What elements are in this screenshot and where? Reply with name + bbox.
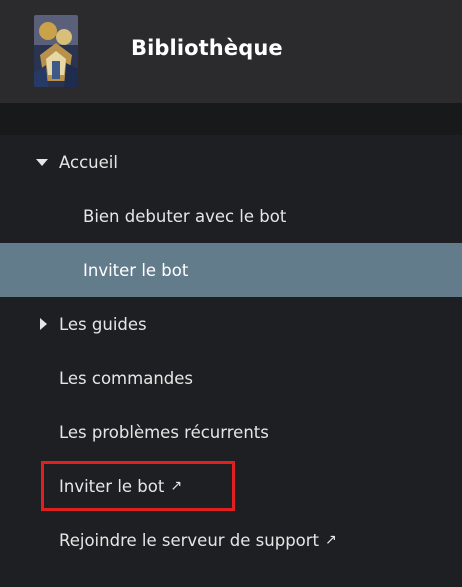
chevron-down-icon[interactable]	[36, 159, 48, 166]
nav-item-label: Bien debuter avec le bot	[83, 206, 287, 226]
nav-item-problemes-recurrents[interactable]: Les problèmes récurrents	[0, 405, 462, 459]
highlight-box	[41, 461, 235, 511]
logo-image	[34, 15, 78, 87]
nav-item-accueil[interactable]: Accueil	[0, 135, 462, 189]
chevron-right-icon[interactable]	[40, 318, 47, 330]
nav-item-les-commandes[interactable]: Les commandes	[0, 351, 462, 405]
nav-item-label: Inviter le bot	[83, 260, 189, 280]
page-title: Bibliothèque	[131, 36, 283, 60]
nav-item-bien-debuter[interactable]: Bien debuter avec le bot	[0, 189, 462, 243]
nav-item-label: Les guides	[59, 314, 147, 334]
nav-item-inviter-le-bot-active[interactable]: Inviter le bot	[0, 243, 462, 297]
header: Bibliothèque	[0, 0, 462, 103]
header-separator	[0, 103, 462, 135]
external-link-icon: ↗	[325, 532, 337, 548]
nav-item-label: Rejoindre le serveur de support	[59, 530, 320, 550]
nav-item-label: Les commandes	[59, 368, 193, 388]
sidebar-nav: Accueil Bien debuter avec le bot Inviter…	[0, 135, 462, 587]
nav-item-les-guides[interactable]: Les guides	[0, 297, 462, 351]
nav-item-label: Accueil	[59, 152, 118, 172]
nav-item-label: Les problèmes récurrents	[59, 422, 269, 442]
nav-item-support-server[interactable]: Rejoindre le serveur de support ↗	[0, 513, 462, 567]
